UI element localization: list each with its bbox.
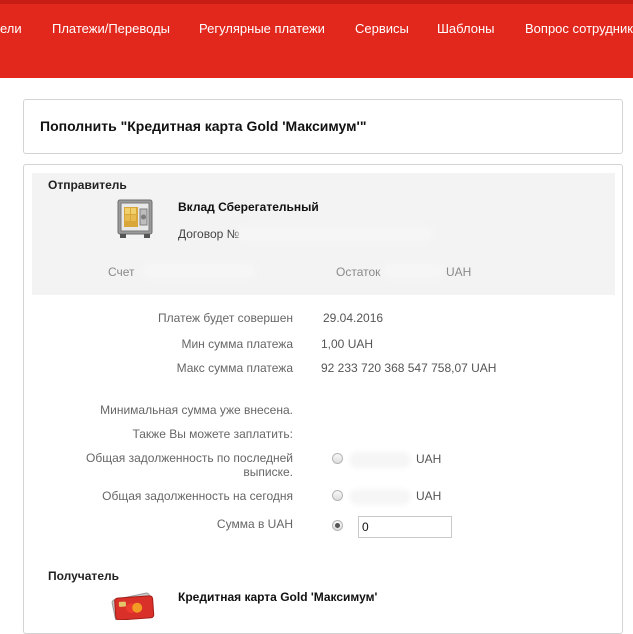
option-today-debt-currency: UAH	[416, 489, 442, 503]
option-statement-debt-currency: UAH	[416, 452, 442, 466]
also-pay-note: Также Вы можете заплатить:	[132, 427, 293, 441]
nav-item-regular-payments[interactable]: Регулярные платежи	[199, 21, 325, 36]
balance-amount-redacted	[386, 266, 440, 276]
nav-item-partial[interactable]: ели	[0, 21, 22, 36]
max-amount-label: Макс сумма платежа	[176, 361, 293, 375]
nav-item-services[interactable]: Сервисы	[355, 21, 409, 36]
top-navigation-bar: ели Платежи/Переводы Регулярные платежи …	[0, 0, 633, 78]
today-debt-amount-redacted	[352, 492, 408, 502]
nav-item-payments-transfers[interactable]: Платежи/Переводы	[52, 21, 170, 36]
sender-balance-label: Остаток	[336, 265, 381, 279]
page-title: Пополнить "Кредитная карта Gold 'Максиму…	[40, 118, 367, 134]
statement-debt-amount-redacted	[352, 455, 408, 465]
max-amount-value: 92 233 720 368 547 758,07 UAH	[321, 361, 497, 375]
option-today-debt-radio[interactable]	[332, 490, 343, 501]
min-amount-value: 1,00 UAH	[321, 337, 374, 351]
option-statement-debt-label: Общая задолженность по последней выписке…	[86, 451, 293, 479]
payment-date-label: Платеж будет совершен	[158, 311, 293, 325]
recipient-section-label: Получатель	[48, 569, 119, 583]
safe-icon	[117, 199, 153, 238]
sender-section-label: Отправитель	[48, 178, 127, 192]
nav-item-templates[interactable]: Шаблоны	[437, 21, 495, 36]
amount-input[interactable]	[358, 516, 452, 538]
option-custom-amount-label: Сумма в UAH	[216, 517, 293, 531]
sender-account-name: Вклад Сберегательный	[178, 200, 319, 214]
main-nav: ели Платежи/Переводы Регулярные платежи …	[0, 21, 633, 39]
option-statement-debt-radio[interactable]	[332, 453, 343, 464]
sender-balance-currency: UAH	[446, 265, 472, 279]
option-today-debt-label: Общая задолженность на сегодня	[102, 489, 293, 503]
sender-contract-label: Договор №	[178, 227, 240, 241]
contract-number-redacted	[240, 229, 430, 239]
account-number-redacted	[145, 266, 253, 276]
sender-account-label: Счет	[108, 265, 135, 279]
nav-item-ask-employee[interactable]: Вопрос сотруднику	[525, 21, 633, 36]
min-paid-note: Минимальная сумма уже внесена.	[100, 403, 293, 417]
page-title-box: Пополнить "Кредитная карта Gold 'Максиму…	[23, 99, 623, 154]
credit-card-icon	[111, 592, 155, 620]
top-strip	[0, 0, 633, 4]
recipient-account-name: Кредитная карта Gold 'Максимум'	[178, 590, 378, 604]
option-custom-amount-radio[interactable]	[332, 520, 343, 531]
payment-date-value: 29.04.2016	[323, 311, 384, 325]
min-amount-label: Мин сумма платежа	[181, 337, 293, 351]
